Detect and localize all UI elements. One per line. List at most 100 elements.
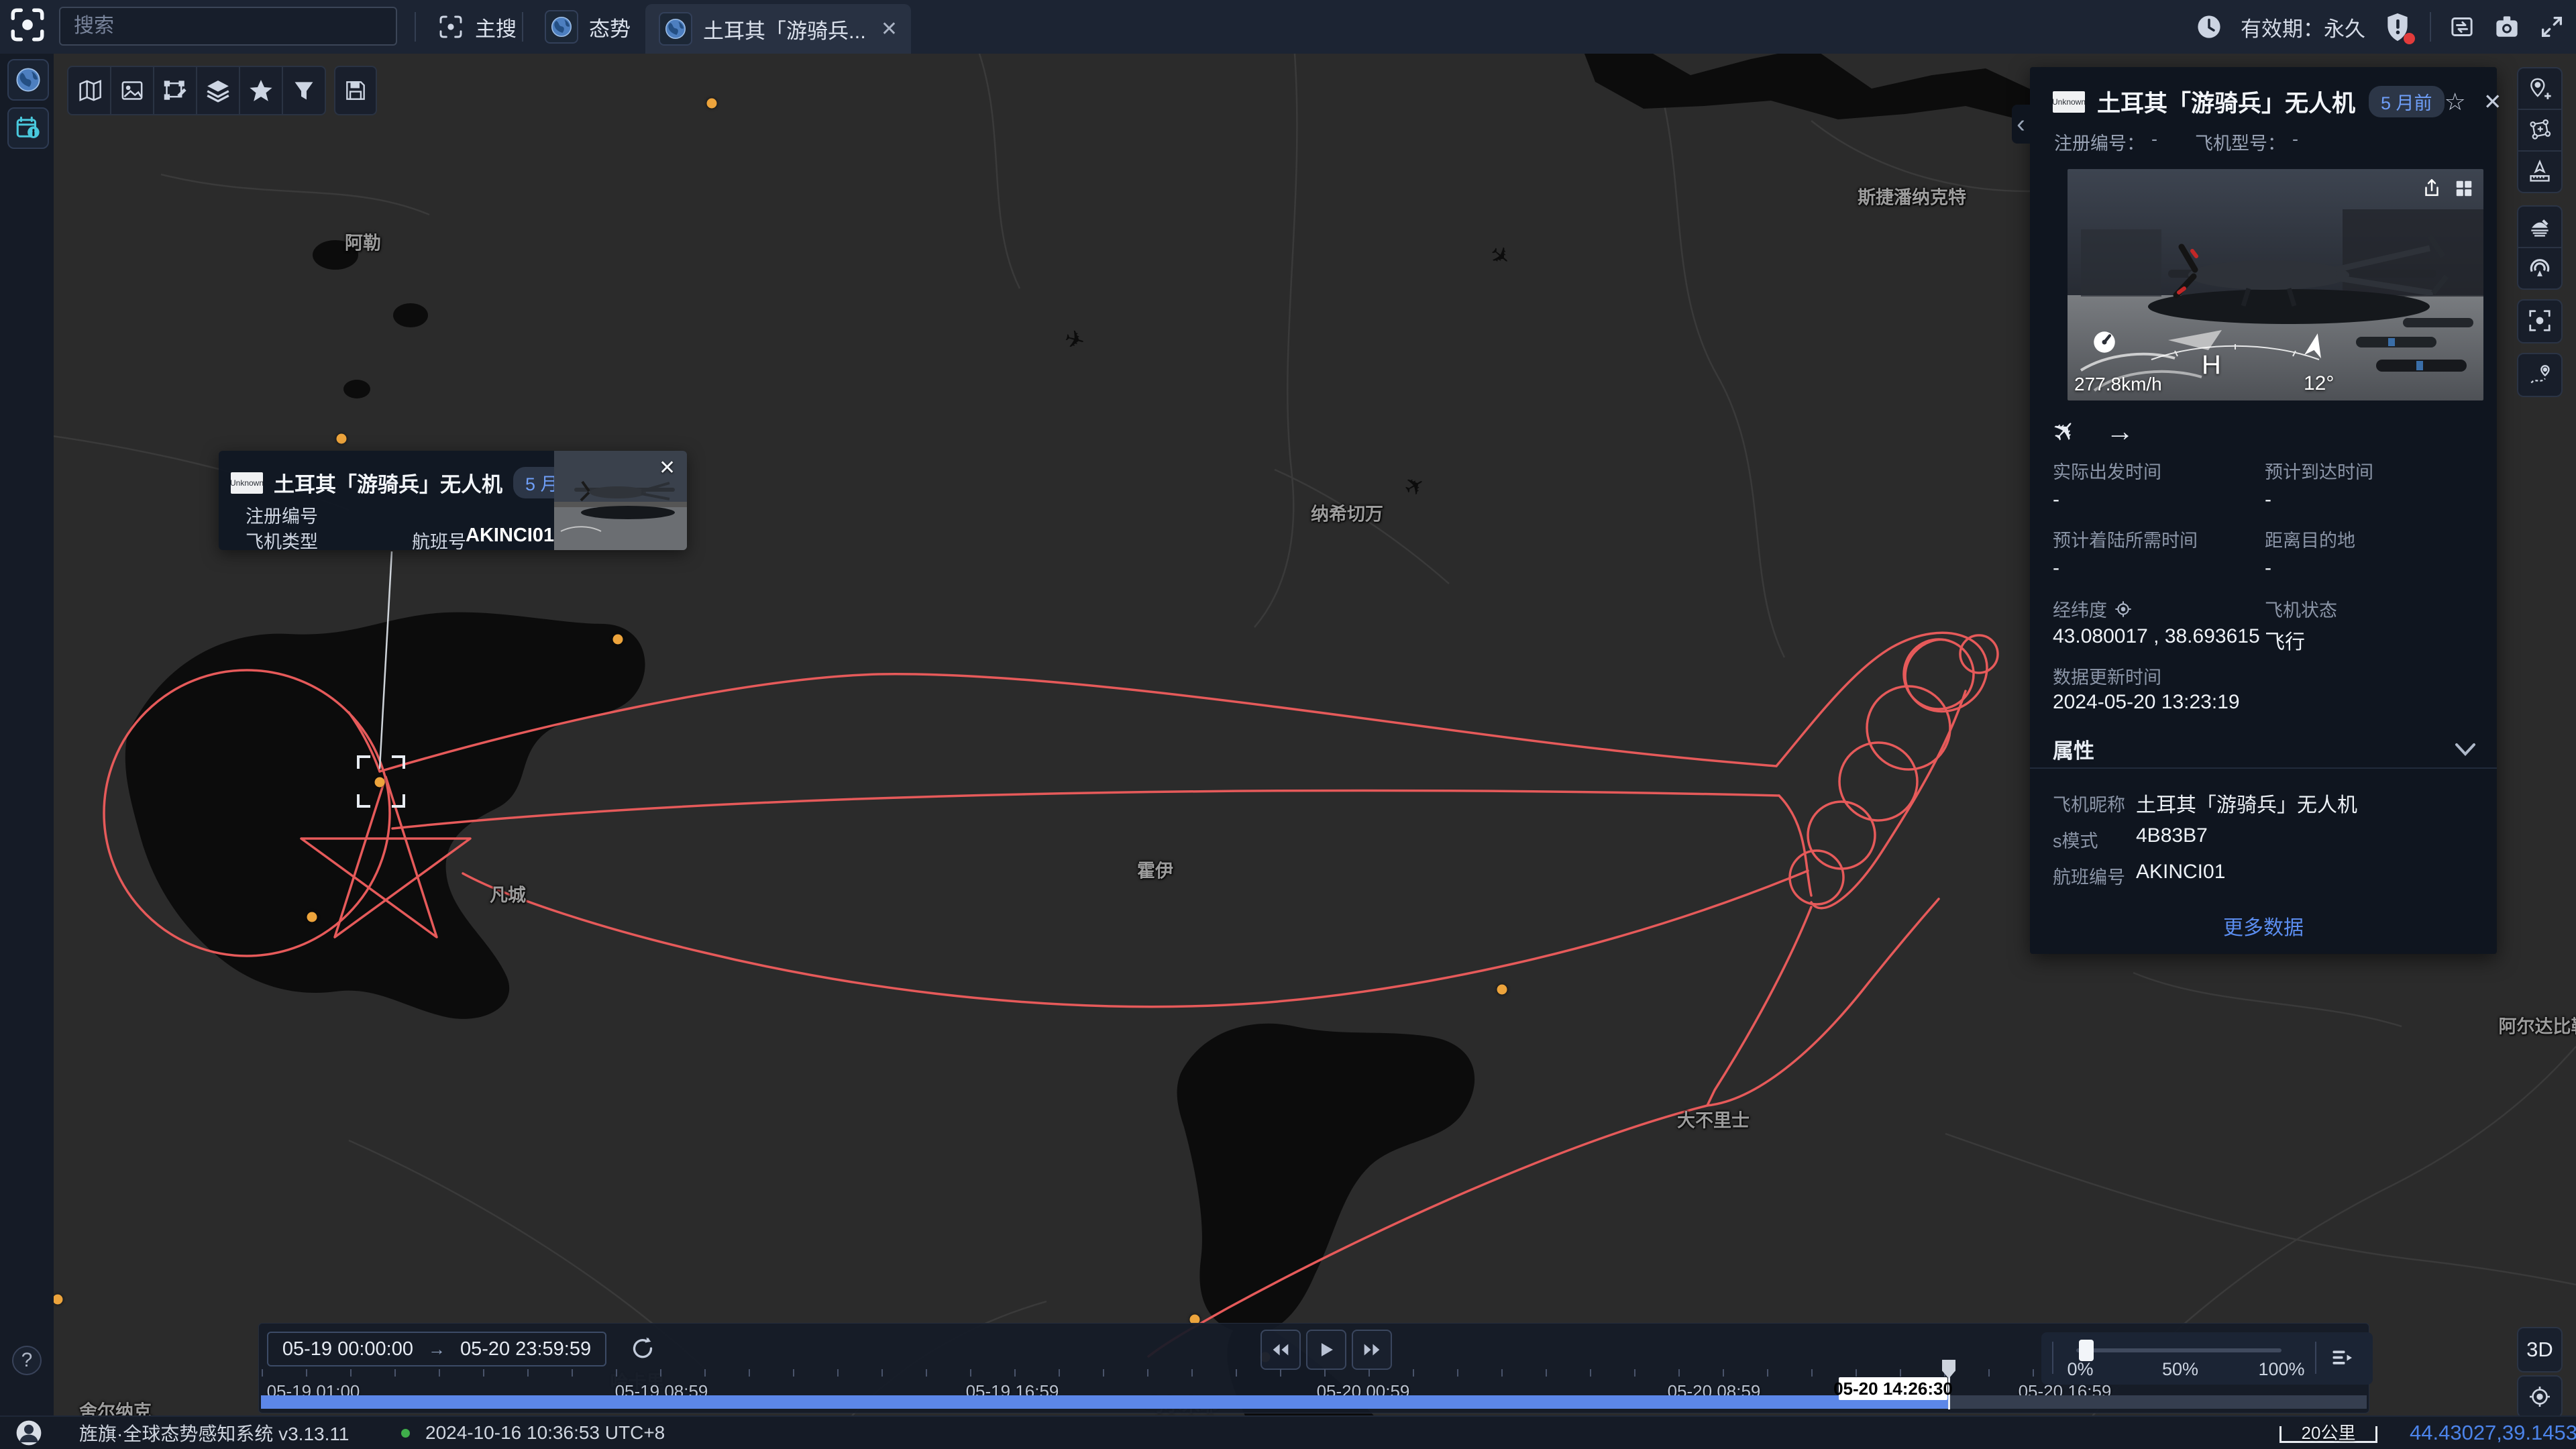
help-button[interactable]: ? xyxy=(12,1346,42,1375)
fast-forward-button[interactable] xyxy=(1352,1330,1392,1370)
panel-action-icons: ✈ → xyxy=(2053,415,2134,447)
aircraft-photo: 277.8km/h H 12° xyxy=(2068,169,2483,400)
filter-icon xyxy=(291,78,317,103)
star-icon xyxy=(248,77,274,104)
system-time: 2024-10-16 10:36:53 UTC+8 xyxy=(425,1417,665,1449)
divider xyxy=(2030,767,2497,769)
app-root: 阿勒斯捷潘纳克特纳希切万凡城霍伊大不里士阿尔达比勒舍尔纳克哈卡里乌尔米耶 ✈✈✈… xyxy=(0,0,2576,1449)
flag-unknown: Unknown xyxy=(2053,91,2085,113)
plane-icon[interactable]: ✈ xyxy=(2045,411,2085,451)
alert-shield-icon[interactable] xyxy=(2383,11,2412,43)
filter-button[interactable] xyxy=(283,67,325,114)
favorites-button[interactable] xyxy=(240,67,283,114)
route-button[interactable] xyxy=(2518,354,2561,394)
tab-main-search[interactable]: 主搜 xyxy=(424,0,530,54)
compass-arc xyxy=(2148,336,2322,363)
camera-icon[interactable] xyxy=(2493,13,2521,40)
draw-button[interactable] xyxy=(154,67,197,114)
fullscreen-icon[interactable] xyxy=(2538,13,2565,40)
share-icon[interactable] xyxy=(2420,177,2443,200)
close-tab-icon[interactable]: ✕ xyxy=(881,17,898,41)
popup-reg-label: 注册编号 xyxy=(246,502,318,528)
add-area-button[interactable] xyxy=(2518,110,2561,152)
tab-label: 主搜 xyxy=(475,12,517,42)
sidebar-item-globe[interactable] xyxy=(7,59,49,101)
focus-button[interactable] xyxy=(2518,301,2561,341)
speed-gauge-icon xyxy=(2090,328,2118,356)
right-tools-group-annotate xyxy=(2517,67,2563,193)
layers-icon xyxy=(205,77,231,104)
speed-slider-track[interactable] xyxy=(2076,1348,2282,1352)
search-input[interactable] xyxy=(60,15,396,38)
layers-button[interactable] xyxy=(197,67,240,114)
alert-badge xyxy=(2404,33,2415,44)
current-time-tooltip: 05-20 14:26:30 xyxy=(1839,1377,1947,1400)
aircraft-popup[interactable]: Unknown 土耳其「游骑兵」无人机 5 月前 注册编号 飞机类型 航班号 A… xyxy=(219,451,687,550)
popup-title: 土耳其「游骑兵」无人机 xyxy=(274,468,502,498)
playlist-menu-icon[interactable] xyxy=(2330,1346,2354,1370)
play-button[interactable] xyxy=(1306,1330,1346,1370)
route-tool[interactable] xyxy=(2517,353,2563,397)
save-button[interactable] xyxy=(334,66,377,115)
grid-icon[interactable] xyxy=(2454,178,2474,199)
favorite-star-icon[interactable]: ☆ xyxy=(2445,88,2466,116)
field-value: - xyxy=(2265,557,2271,580)
tab-drone-active[interactable]: 土耳其「游骑兵... ✕ xyxy=(645,4,911,54)
scale-label: 20公里 xyxy=(2282,1419,2375,1444)
save-icon xyxy=(343,78,368,103)
globe-icon xyxy=(545,10,578,44)
more-data-link[interactable]: 更多数据 xyxy=(2030,911,2497,941)
attr-value: 4B83B7 xyxy=(2136,824,2208,847)
refresh-icon[interactable] xyxy=(629,1335,656,1362)
aircraft-detail-panel: ‹ Unknown 土耳其「游骑兵」无人机 5 月前 ☆ ✕ 注册编号：- 飞机… xyxy=(2030,67,2497,954)
window-swap-icon[interactable] xyxy=(2449,13,2475,40)
divider xyxy=(2052,1342,2053,1374)
popup-flight-label: 航班号 xyxy=(412,527,466,553)
field-value: - xyxy=(2053,557,2059,580)
focus-tool[interactable] xyxy=(2517,299,2563,343)
panel-title: 土耳其「游骑兵」无人机 xyxy=(2097,85,2355,119)
radar-button[interactable] xyxy=(2518,248,2561,288)
timeline-track-rest[interactable] xyxy=(1949,1395,2367,1409)
attributes-section-header[interactable]: 属性 xyxy=(2053,734,2477,764)
image-icon xyxy=(119,77,146,104)
panel-age-badge: 5 月前 xyxy=(2369,86,2445,117)
route-arrow-icon[interactable]: → xyxy=(2106,415,2134,447)
add-pin-button[interactable] xyxy=(2518,68,2561,110)
field-label: 预计到达时间 xyxy=(2265,458,2373,484)
measure-button[interactable] xyxy=(2518,152,2561,192)
search-input-wrap xyxy=(59,7,397,46)
app-logo-icon[interactable] xyxy=(8,5,47,44)
recenter-button[interactable] xyxy=(2517,1375,2563,1418)
radar-icon xyxy=(2527,256,2553,281)
timeline-progress[interactable] xyxy=(261,1395,1949,1409)
sidebar-item-schedule[interactable] xyxy=(7,107,49,149)
lake-shapes xyxy=(125,42,2057,1449)
view-3d-button[interactable]: 3D xyxy=(2517,1327,2563,1373)
time-range-picker[interactable]: 05-19 00:00:00 → 05-20 23:59:59 xyxy=(267,1332,606,1366)
route-icon xyxy=(2527,362,2553,387)
field-label: 实际出发时间 xyxy=(2053,458,2161,484)
map-icon xyxy=(76,77,103,104)
cursor-coordinates: 44.43027,39.14533 xyxy=(2410,1417,2576,1449)
basemap-button[interactable] xyxy=(68,67,111,114)
panel-close-icon[interactable]: ✕ xyxy=(2483,89,2502,115)
locate-target-icon[interactable] xyxy=(2114,600,2133,619)
divider xyxy=(2315,1342,2316,1374)
speed-label-0: 0% xyxy=(2067,1359,2093,1380)
status-dot xyxy=(401,1429,410,1438)
divider xyxy=(522,12,523,42)
rewind-button[interactable] xyxy=(1260,1330,1301,1370)
panel-collapse-button[interactable]: ‹ xyxy=(2012,105,2030,144)
top-bar: 主搜 态势 ✕ 土耳其「游骑兵... ✕ 有效期：永久 xyxy=(0,0,2576,54)
attr-label: 飞机昵称 xyxy=(2053,790,2125,816)
imagery-button[interactable] xyxy=(111,67,154,114)
speed-overlay: 277.8km/h xyxy=(2074,374,2162,395)
popup-close-icon[interactable]: ✕ xyxy=(659,456,676,480)
heading-overlay: 12° xyxy=(2304,372,2334,395)
user-avatar-icon[interactable] xyxy=(15,1419,43,1447)
terrain-button[interactable] xyxy=(2518,207,2561,248)
speed-slider-thumb[interactable] xyxy=(2079,1340,2094,1361)
speed-label-100: 100% xyxy=(2258,1359,2304,1380)
range-end: 05-20 23:59:59 xyxy=(460,1338,591,1360)
